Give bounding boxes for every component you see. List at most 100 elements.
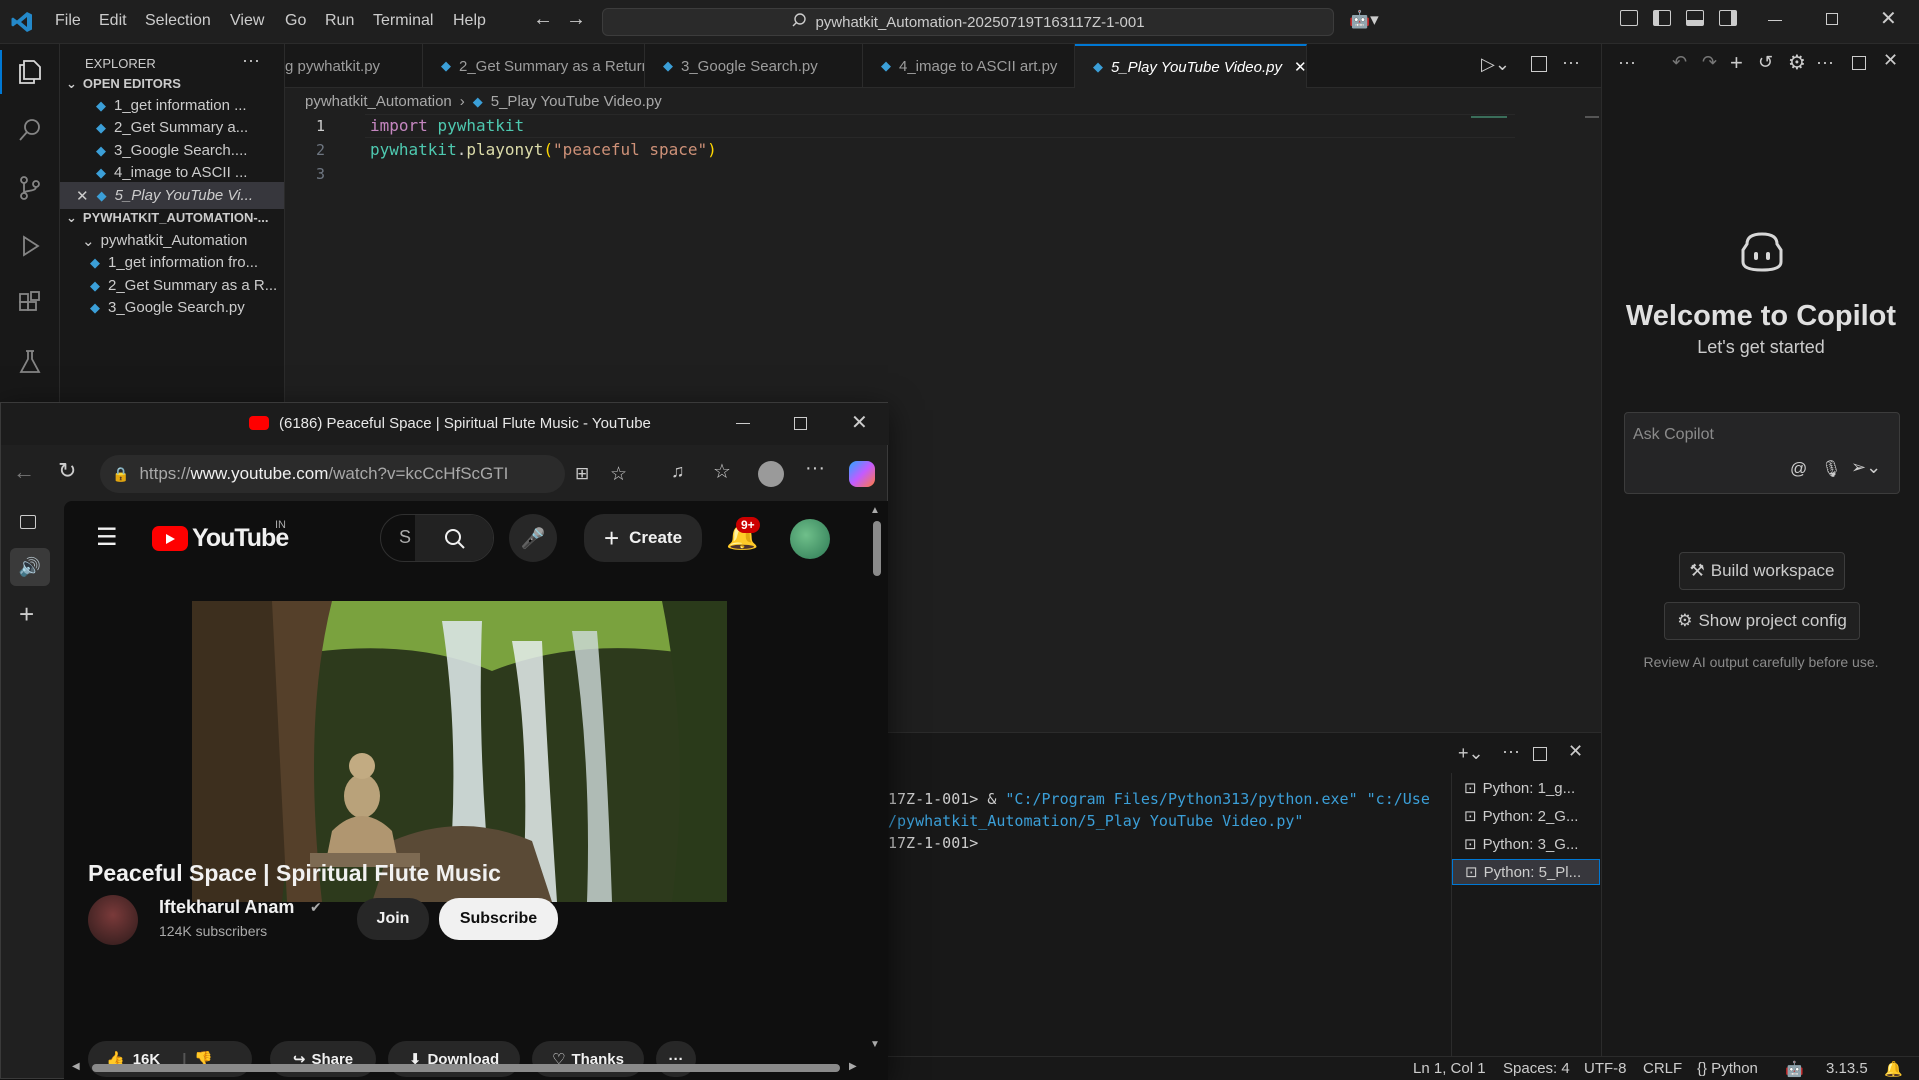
restore-icon[interactable] [1826, 13, 1838, 25]
terminal-list-item-active[interactable]: ⊡ Python: 5_Pl... [1452, 859, 1600, 885]
browser-menu-icon[interactable]: ··· [805, 457, 825, 480]
tab-google-search[interactable]: ◆ 3_Google Search.py [645, 44, 863, 88]
menu-view[interactable]: View [230, 12, 264, 30]
scroll-right-arrow-icon[interactable]: ▶ [849, 1061, 857, 1072]
youtube-logo-icon[interactable] [152, 526, 188, 551]
refresh-icon[interactable]: ↻ [58, 458, 76, 484]
indentation[interactable]: Spaces: 4 [1503, 1060, 1570, 1077]
panel-more-icon[interactable]: ··· [1502, 741, 1520, 762]
menu-terminal[interactable]: Terminal [373, 12, 433, 30]
favorites-icon[interactable]: ☆ [713, 459, 731, 484]
scroll-left-arrow-icon[interactable]: ◀ [72, 1061, 80, 1072]
microphone-icon[interactable]: 🎙 [1821, 459, 1841, 479]
language-mode[interactable]: {} Python [1697, 1060, 1758, 1077]
menu-go[interactable]: Go [285, 12, 306, 30]
terminal-list-item[interactable]: ⊡ Python: 3_G... [1452, 831, 1600, 857]
tab-play-youtube[interactable]: ◆ 5_Play YouTube Video.py ✕ [1075, 44, 1307, 88]
copilot-overflow-icon[interactable]: ··· [1816, 52, 1834, 73]
search-icon[interactable] [12, 112, 48, 148]
voice-search-icon[interactable]: 🎤 [509, 514, 557, 562]
subscribe-button[interactable]: Subscribe [439, 898, 558, 940]
close-panel-icon[interactable]: ✕ [1568, 741, 1583, 762]
browser-maximize-icon[interactable] [794, 417, 807, 430]
video-player[interactable] [192, 601, 727, 902]
ask-copilot-input[interactable]: Ask Copilot @ 🎙 ➢⌄ [1624, 412, 1900, 494]
maximize-icon[interactable] [1852, 56, 1866, 70]
read-aloud-icon[interactable]: ♫ [671, 461, 685, 482]
command-center[interactable]: pywhatkit_Automation-20250719T163117Z-1-… [602, 8, 1334, 36]
redo-icon[interactable]: ↷ [1702, 52, 1717, 73]
toggle-primary-sidebar-icon[interactable] [1653, 10, 1671, 26]
back-arrow-icon[interactable]: ← [533, 8, 553, 31]
hamburger-menu-icon[interactable]: ☰ [96, 523, 118, 552]
close-tab-icon[interactable]: ✕ [1294, 58, 1306, 76]
close-icon[interactable]: ✕ [76, 187, 89, 205]
terminal-list-item[interactable]: ⊡ Python: 1_g... [1452, 775, 1600, 801]
python-version[interactable]: 3.13.5 [1826, 1060, 1868, 1077]
browser-minimize-icon[interactable] [736, 423, 750, 424]
run-file-icon[interactable]: ▷⌄ [1481, 54, 1510, 75]
tab-pywhatkit[interactable]: g pywhatkit.py [285, 44, 423, 88]
encoding[interactable]: UTF-8 [1584, 1060, 1627, 1077]
breadcrumb-file[interactable]: 5_Play YouTube Video.py [491, 93, 662, 110]
account-avatar[interactable] [790, 519, 830, 559]
channel-name[interactable]: Iftekharul Anam [159, 897, 294, 918]
favorite-star-icon[interactable]: ☆ [610, 463, 627, 486]
youtube-logo-text[interactable]: YouTube [192, 524, 289, 553]
copilot-status-icon[interactable]: 🤖 [1785, 1060, 1804, 1078]
copilot-browser-icon[interactable] [849, 461, 875, 487]
youtube-search-button[interactable] [415, 515, 493, 561]
show-project-config-button[interactable]: ⚙ Show project config [1664, 602, 1860, 640]
minimap[interactable] [1471, 116, 1507, 118]
source-control-icon[interactable] [12, 170, 48, 206]
close-copilot-icon[interactable]: ✕ [1883, 50, 1898, 71]
testing-icon[interactable] [12, 344, 48, 380]
toggle-panel-icon[interactable] [1686, 10, 1704, 26]
audio-tab-icon[interactable]: 🔊 [10, 548, 50, 586]
editor-more-icon[interactable]: ··· [1562, 52, 1580, 73]
new-tab-icon[interactable]: + [19, 599, 34, 630]
tab-image-ascii[interactable]: ◆ 4_image to ASCII art.py [863, 44, 1075, 88]
history-icon[interactable]: ↺ [1758, 52, 1773, 73]
forward-arrow-icon[interactable]: → [566, 8, 586, 31]
toggle-secondary-sidebar-icon[interactable] [1719, 10, 1737, 26]
copilot-more-icon[interactable]: ··· [1618, 52, 1636, 73]
cursor-position[interactable]: Ln 1, Col 1 [1413, 1060, 1486, 1077]
undo-icon[interactable]: ↶ [1672, 52, 1687, 73]
split-editor-icon[interactable] [1531, 56, 1547, 72]
menu-help[interactable]: Help [453, 12, 486, 30]
copilot-icon[interactable]: 🤖▾ [1349, 10, 1379, 30]
browser-close-icon[interactable]: ✕ [851, 410, 868, 435]
scroll-down-arrow-icon[interactable]: ▼ [870, 1039, 880, 1050]
run-debug-icon[interactable] [12, 228, 48, 264]
join-button[interactable]: Join [357, 898, 429, 940]
breadcrumb-folder[interactable]: pywhatkit_Automation [305, 93, 452, 110]
customize-layout-icon[interactable] [1620, 10, 1638, 26]
app-available-icon[interactable]: ⊞ [575, 464, 589, 484]
menu-selection[interactable]: Selection [145, 12, 211, 30]
close-window-icon[interactable]: ✕ [1880, 6, 1897, 31]
build-workspace-button[interactable]: ⚒ Build workspace [1679, 552, 1845, 590]
create-button[interactable]: + Create [584, 514, 702, 562]
browser-back-icon[interactable]: ← [13, 459, 35, 485]
maximize-panel-icon[interactable] [1533, 747, 1547, 761]
profile-avatar[interactable] [758, 461, 784, 487]
send-icon[interactable]: ➢⌄ [1851, 457, 1881, 478]
more-actions-icon[interactable]: ··· [242, 50, 260, 71]
tab-get-summary[interactable]: ◆ 2_Get Summary as a Return Value.py [423, 44, 645, 88]
line-ending[interactable]: CRLF [1643, 1060, 1682, 1077]
menu-file[interactable]: File [55, 12, 81, 30]
scroll-up-arrow-icon[interactable]: ▲ [870, 505, 880, 516]
notifications-icon[interactable]: 🔔 [1884, 1060, 1903, 1078]
terminal-list-item[interactable]: ⊡ Python: 2_G... [1452, 803, 1600, 829]
gear-icon[interactable]: ⚙ [1788, 50, 1806, 75]
vertical-scrollbar-thumb[interactable] [873, 521, 881, 576]
minimize-icon[interactable] [1768, 20, 1782, 21]
menu-run[interactable]: Run [325, 12, 354, 30]
new-chat-icon[interactable]: + [1730, 50, 1743, 76]
extensions-icon[interactable] [12, 286, 48, 322]
horizontal-scrollbar-thumb[interactable] [92, 1064, 840, 1072]
address-bar[interactable]: 🔒 https://www.youtube.com/watch?v=kcCcHf… [100, 455, 627, 493]
channel-avatar[interactable] [88, 895, 138, 945]
mention-icon[interactable]: @ [1790, 459, 1807, 479]
